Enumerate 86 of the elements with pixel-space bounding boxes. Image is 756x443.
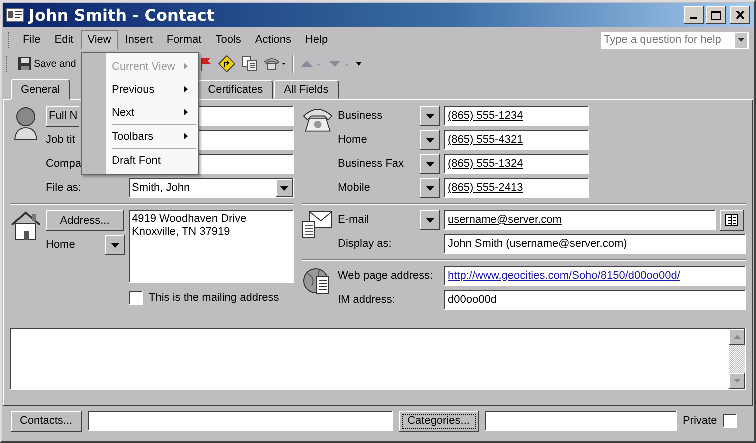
submenu-arrow-icon — [184, 63, 188, 70]
private-label: Private — [682, 415, 718, 427]
contacts-button[interactable]: Contacts... — [11, 410, 82, 432]
email-label: E-mail — [338, 214, 370, 226]
submenu-arrow-icon — [184, 133, 188, 140]
phone-type-label: Home — [338, 134, 368, 146]
caret-icon — [110, 242, 120, 248]
menu-item[interactable]: View — [80, 30, 118, 50]
dropdown-button[interactable] — [420, 106, 440, 126]
address-button[interactable]: Address... — [46, 210, 124, 231]
web-page-label: Web page address: — [338, 270, 434, 282]
menu-item[interactable]: File — [16, 30, 48, 50]
dropdown-button[interactable] — [420, 210, 440, 230]
close-icon — [736, 11, 744, 19]
private-checkbox[interactable] — [723, 414, 738, 428]
caret-icon — [426, 138, 434, 142]
diamond-sign-icon[interactable] — [218, 55, 236, 73]
flag-icon[interactable] — [200, 57, 212, 71]
menu-item[interactable]: Tools — [208, 30, 248, 50]
phone-field[interactable]: (865) 555-1234 — [444, 106, 589, 126]
tab[interactable]: Certificates — [198, 80, 274, 99]
address-field[interactable]: 4919 Woodhaven Drive Knoxville, TN 37919 — [129, 210, 294, 283]
file-as-label: File as: — [46, 182, 82, 194]
dropdown-button[interactable] — [420, 154, 440, 174]
display-as-label: Display as: — [338, 238, 393, 250]
menu-item[interactable]: Next — [82, 101, 198, 124]
menu-item[interactable]: Help — [298, 30, 336, 50]
submenu-arrow-icon — [184, 86, 188, 93]
mailing-address-checkbox[interactable] — [129, 291, 143, 305]
caret-icon — [426, 218, 434, 222]
phone-field[interactable]: (865) 555-2413 — [444, 178, 589, 198]
im-address-field[interactable]: d00oo00d — [444, 290, 746, 310]
address-type-label: Home — [46, 239, 76, 251]
overflow-icon[interactable] — [356, 62, 362, 66]
notes-field[interactable] — [10, 328, 746, 390]
phone-type-label: Business — [338, 110, 384, 122]
tab[interactable]: General — [11, 79, 70, 100]
submenu-arrow-icon — [184, 109, 188, 116]
full-name-button[interactable]: Full N — [46, 106, 79, 126]
dropdown-button[interactable] — [420, 178, 440, 198]
menu-item[interactable]: Draft Font — [82, 149, 198, 172]
im-address-label: IM address: — [338, 294, 396, 306]
mailing-address-label: This is the mailing address — [149, 292, 280, 304]
phone-field[interactable]: (865) 555-4321 — [444, 130, 589, 150]
document-icon[interactable] — [242, 56, 258, 72]
dropdown-button[interactable] — [105, 235, 125, 255]
address-book-button[interactable] — [720, 210, 744, 230]
categories-field[interactable] — [484, 411, 677, 431]
phone-type-label: Mobile — [338, 182, 372, 194]
telephone-icon — [302, 106, 334, 134]
menu-item[interactable]: Toolbars — [82, 125, 198, 148]
menu-item[interactable]: Insert — [118, 30, 160, 50]
window-title: John Smith - Contact — [29, 6, 214, 24]
maximize-button[interactable] — [706, 6, 726, 24]
caret-icon — [426, 162, 434, 166]
tab[interactable]: All Fields — [274, 80, 339, 99]
categories-button[interactable]: Categories... — [398, 410, 479, 432]
house-icon — [10, 210, 42, 242]
company-label: Compa — [46, 158, 82, 170]
minimize-button[interactable] — [684, 6, 704, 24]
file-as-combo[interactable]: Smith, John — [129, 178, 294, 198]
contacts-field[interactable] — [88, 411, 393, 431]
email-field[interactable]: username@server.com — [444, 210, 716, 230]
web-page-field[interactable]: http://www.geocities.com/Soho/8150/d00oo00d/ — [444, 266, 746, 286]
maximize-icon — [711, 10, 721, 20]
phone-type-label: Business Fax — [338, 158, 406, 170]
menu-item[interactable]: Previous — [82, 78, 198, 101]
phone-dropdown-icon[interactable] — [264, 56, 286, 72]
help-search-field[interactable]: Type a question for help — [601, 32, 749, 48]
phone-field[interactable]: (865) 555-1324 — [444, 154, 589, 174]
display-as-field[interactable]: John Smith (username@server.com) — [444, 234, 746, 254]
caret-icon — [426, 114, 434, 118]
book-icon — [725, 214, 739, 226]
menu-item[interactable]: Edit — [48, 30, 81, 50]
contact-card-icon — [6, 8, 24, 22]
save-button[interactable]: Save and — [18, 57, 76, 71]
close-button[interactable] — [730, 6, 750, 24]
caret-icon[interactable] — [738, 38, 744, 42]
envelope-document-icon — [302, 210, 334, 240]
menu-item[interactable]: Actions — [248, 30, 298, 50]
caret-icon — [280, 186, 289, 190]
dropdown-button[interactable] — [276, 179, 293, 197]
menu-item[interactable]: Format — [160, 30, 209, 50]
dropdown-button[interactable] — [420, 130, 440, 150]
job-title-label: Job tit — [46, 134, 76, 146]
caret-icon — [426, 186, 434, 190]
